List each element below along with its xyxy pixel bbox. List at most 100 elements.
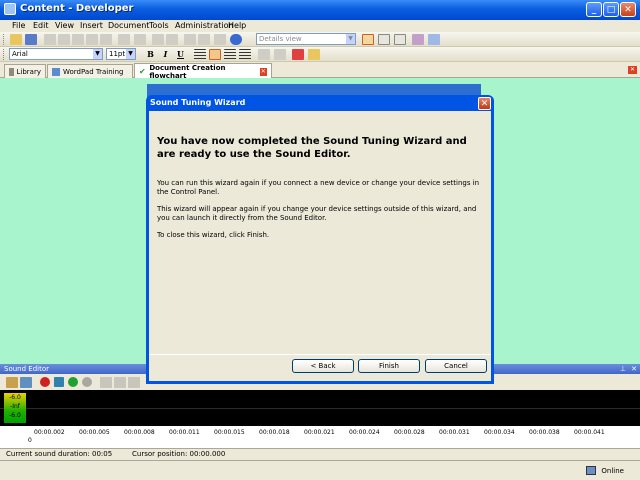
dialog-paragraph: To close this wizard, click Finish.: [157, 231, 270, 239]
bullets-icon[interactable]: [258, 49, 270, 60]
dialog-close-button[interactable]: ✕: [478, 97, 491, 110]
layout-split-icon[interactable]: [378, 34, 390, 45]
online-status: Online: [601, 467, 624, 475]
paste-sound-icon[interactable]: [128, 377, 140, 388]
standard-toolbar: Details view ▼: [0, 32, 640, 47]
close-window-button[interactable]: ✕: [620, 2, 636, 17]
menu-file[interactable]: File: [12, 21, 25, 30]
toolbar-grip[interactable]: [3, 34, 6, 45]
italic-button[interactable]: I: [159, 48, 172, 60]
copy-icon[interactable]: [58, 34, 70, 45]
menu-view[interactable]: View: [55, 21, 74, 30]
timeline-ruler[interactable]: 00:00.002 00:00.005 00:00.008 00:00.011 …: [0, 426, 640, 448]
sound-settings-icon[interactable]: [6, 377, 18, 388]
waveform-baseline: [0, 408, 640, 409]
timeline-tick: 00:00.011: [169, 429, 200, 436]
cut-icon[interactable]: [44, 34, 56, 45]
rewind-icon[interactable]: [54, 377, 64, 387]
dialog-heading: You have now completed the Sound Tuning …: [157, 136, 467, 160]
replace-icon[interactable]: [166, 34, 178, 45]
menu-administration[interactable]: Administration: [175, 21, 234, 30]
record-icon[interactable]: [40, 377, 50, 387]
close-panel-icon[interactable]: ✕: [631, 364, 637, 374]
menu-document[interactable]: Document: [108, 21, 149, 30]
sound-tuning-wizard-dialog: Sound Tuning Wizard ✕ You have now compl…: [146, 95, 494, 384]
undo-icon[interactable]: [118, 34, 130, 45]
font-select-value: Arial: [12, 50, 28, 58]
justify-icon[interactable]: [239, 49, 251, 60]
timeline-tick: 00:00.028: [394, 429, 425, 436]
level-meter: -6.0 -Inf -6.0: [4, 393, 26, 423]
timeline-tick: 00:00.015: [214, 429, 245, 436]
menu-tools[interactable]: Tools: [149, 21, 169, 30]
tab-library[interactable]: Library: [4, 64, 46, 78]
preview-icon[interactable]: [214, 34, 226, 45]
timeline-tick: 00:00.038: [529, 429, 560, 436]
save-icon[interactable]: [25, 34, 37, 45]
formatting-toolbar: Arial ▼ 11pt ▼ B I U: [0, 47, 640, 62]
tab-wordpad-training[interactable]: WordPad Training: [47, 64, 133, 78]
timeline-tick: 00:00.034: [484, 429, 515, 436]
find-icon[interactable]: [152, 34, 164, 45]
view-select-value: Details view: [259, 35, 302, 43]
app-icon: [4, 3, 16, 15]
underline-button[interactable]: U: [174, 48, 187, 60]
redo-icon[interactable]: [134, 34, 146, 45]
layout-single-icon[interactable]: [362, 34, 374, 45]
timeline-tick: 00:00.041: [574, 429, 605, 436]
view-select[interactable]: Details view ▼: [256, 33, 356, 45]
minimize-button[interactable]: _: [586, 2, 602, 17]
finish-button[interactable]: Finish: [358, 359, 420, 373]
cursor-position: Cursor position: 00:00.000: [132, 450, 226, 458]
align-center-icon[interactable]: [209, 49, 221, 60]
timeline-tick: 00:00.031: [439, 429, 470, 436]
timeline-tick: 00:00.018: [259, 429, 290, 436]
toolbar-grip[interactable]: [3, 49, 6, 60]
copy-sound-icon[interactable]: [114, 377, 126, 388]
menu-edit[interactable]: Edit: [33, 21, 49, 30]
timeline-marker[interactable]: 0: [28, 437, 32, 444]
format-painter-icon[interactable]: [100, 34, 112, 45]
sound-import-icon[interactable]: [20, 377, 32, 388]
stop-icon[interactable]: [82, 377, 92, 387]
delete-icon[interactable]: [86, 34, 98, 45]
meter-mid: -Inf: [10, 403, 20, 410]
tab-document-creation-flowchart[interactable]: ✔ Document Creation flowchart ✕: [134, 63, 272, 80]
status-bar: Online: [0, 460, 640, 480]
back-button[interactable]: < Back: [292, 359, 354, 373]
window-title: Content - Developer: [20, 3, 134, 14]
align-right-icon[interactable]: [224, 49, 236, 60]
pin-icon[interactable]: ⊥: [620, 364, 626, 374]
check-icon: ✔: [139, 66, 146, 76]
tab-label: WordPad Training: [63, 67, 124, 76]
paste-icon[interactable]: [72, 34, 84, 45]
spell-check-icon[interactable]: [184, 34, 196, 45]
window-icon[interactable]: [428, 34, 440, 45]
font-size-select[interactable]: 11pt ▼: [106, 48, 136, 60]
timeline-tick: 00:00.005: [79, 429, 110, 436]
help-icon[interactable]: [230, 34, 242, 45]
open-folder-icon[interactable]: [10, 34, 22, 45]
font-select[interactable]: Arial ▼: [9, 48, 103, 60]
sound-status-bar: Current sound duration: 00:05 Cursor pos…: [0, 448, 640, 459]
layout-columns-icon[interactable]: [394, 34, 406, 45]
cut-sound-icon[interactable]: [100, 377, 112, 388]
print-icon[interactable]: [198, 34, 210, 45]
cancel-button[interactable]: Cancel: [425, 359, 487, 373]
meter-bottom: -6.0: [9, 412, 21, 419]
color-icon[interactable]: [292, 49, 304, 60]
highlight-icon[interactable]: [308, 49, 320, 60]
align-left-icon[interactable]: [194, 49, 206, 60]
sound-editor-title: Sound Editor: [4, 365, 49, 373]
play-icon[interactable]: [68, 377, 78, 387]
bold-button[interactable]: B: [144, 48, 157, 60]
numbering-icon[interactable]: [274, 49, 286, 60]
menu-insert[interactable]: Insert: [80, 21, 103, 30]
close-tab-icon[interactable]: ✕: [259, 67, 267, 76]
close-document-icon[interactable]: ✕: [628, 66, 637, 74]
properties-icon[interactable]: [412, 34, 424, 45]
maximize-button[interactable]: □: [603, 2, 619, 17]
chevron-down-icon: ▼: [126, 49, 135, 59]
menu-help[interactable]: Help: [228, 21, 246, 30]
online-icon: [586, 466, 596, 475]
